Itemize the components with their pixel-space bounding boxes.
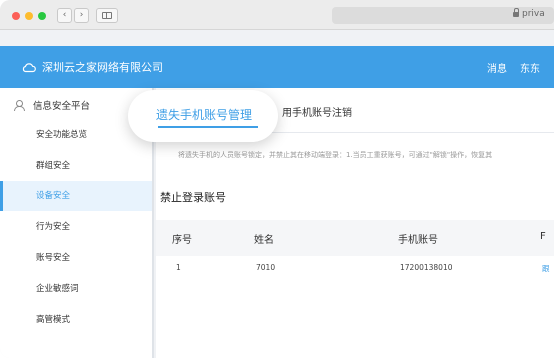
sidebar-icon (102, 12, 112, 19)
chevron-left-icon: ‹ (62, 10, 67, 20)
app-header: 深圳云之家网络有限公司 消息 东东 (0, 46, 554, 88)
maximize-window-button[interactable] (38, 12, 46, 20)
page-description: 将遗失手机的人员账号锁定，并禁止其在移动端登录：1.当员工重获账号，可通过"解锁… (178, 151, 493, 159)
browser-window: ‹ › privа 深圳云之家网络有限公司 消息 东东 信息安全平台 安全功能总… (0, 0, 554, 358)
address-text: privа (522, 9, 545, 19)
chevron-right-icon: › (79, 10, 84, 20)
column-header-name: 姓名 (254, 235, 274, 246)
user-icon (14, 100, 25, 111)
user-menu[interactable]: 东东 (520, 60, 540, 75)
sidebar-toggle-button[interactable] (96, 8, 118, 23)
sidebar-title[interactable]: 信息安全平台 (14, 98, 90, 112)
forward-button[interactable]: › (74, 8, 89, 23)
company-name: 深圳云之家网络有限公司 (42, 61, 163, 74)
active-tab-indicator (158, 126, 258, 128)
messages-link[interactable]: 消息 (487, 60, 507, 75)
sidebar-item-group-security[interactable]: 群组安全 (0, 151, 152, 181)
row-phone: 17200138010 (400, 263, 453, 272)
column-header-more: F (540, 231, 546, 242)
address-bar[interactable]: privа (332, 7, 554, 24)
back-button[interactable]: ‹ (57, 8, 72, 23)
sidebar-item-behavior-security[interactable]: 行为安全 (0, 212, 152, 242)
tab-phone-account-logout[interactable]: 用手机账号注销 (282, 104, 352, 119)
column-header-index: 序号 (172, 235, 192, 246)
lock-icon (513, 8, 519, 18)
sidebar-item-account-security[interactable]: 账号安全 (0, 243, 152, 273)
sidebar-item-sensitive-words[interactable]: 企业敏感词 (0, 274, 152, 304)
close-window-button[interactable] (12, 12, 20, 20)
sidebar-item-executive-mode[interactable]: 高管模式 (0, 305, 152, 335)
table-header (156, 220, 554, 256)
section-title: 禁止登录账号 (160, 191, 226, 204)
row-index: 1 (176, 263, 181, 272)
row-name: 7010 (256, 263, 276, 272)
tab-lost-phone-account-label: 遗失手机账号管理 (156, 108, 253, 122)
sidebar-item-device-security[interactable]: 设备安全 (0, 181, 152, 211)
cloud-icon (22, 63, 36, 73)
minimize-window-button[interactable] (25, 12, 33, 20)
column-header-phone: 手机账号 (398, 235, 438, 246)
browser-toolbar: ‹ › privа (0, 0, 554, 30)
row-action-link[interactable]: 跟 (542, 263, 550, 274)
tab-lost-phone-account[interactable]: 遗失手机账号管理 (128, 90, 278, 142)
sidebar-title-label: 信息安全平台 (33, 101, 91, 112)
